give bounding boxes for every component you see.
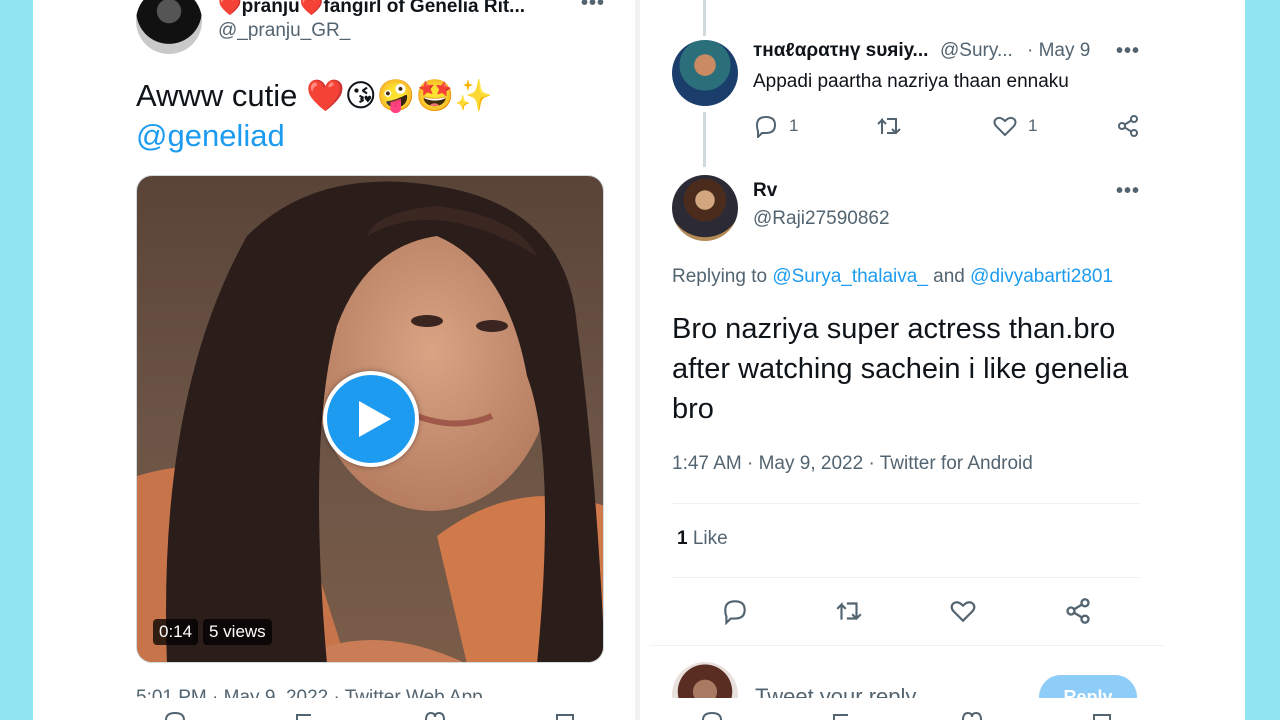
like-icon[interactable] [960, 712, 984, 720]
reply-icon[interactable] [700, 712, 724, 720]
more-icon[interactable]: ••• [1116, 40, 1140, 63]
more-icon[interactable]: ••• [581, 0, 605, 15]
share-action[interactable] [1116, 114, 1140, 138]
reply-icon[interactable] [721, 597, 749, 625]
retweet-action[interactable] [875, 114, 903, 138]
retweet-icon[interactable] [293, 712, 317, 720]
video-views: 5 views [203, 619, 272, 645]
display-name[interactable]: тнαℓαρατнү ѕυяiу... [753, 40, 928, 62]
like-action[interactable]: 1 [992, 114, 1037, 138]
bottom-fade [33, 698, 635, 720]
tweet-text-line: Awww cutie ❤️😘🤪🤩✨ [136, 78, 493, 113]
tweet-meta[interactable]: 1:47 AM · May 9, 2022 · Twitter for Andr… [672, 453, 1033, 475]
replying-to-label: Replying to [672, 266, 768, 287]
play-button[interactable] [323, 371, 419, 467]
play-icon [359, 401, 391, 437]
reply-icon[interactable] [163, 712, 187, 720]
avatar[interactable] [672, 175, 738, 241]
divider [672, 577, 1140, 578]
reply-count: 1 [789, 116, 799, 135]
likes-count: 1 [677, 528, 688, 549]
reply-action[interactable]: 1 [753, 114, 798, 138]
like-icon[interactable] [949, 597, 977, 625]
tweet-date[interactable]: · May 9 [1027, 40, 1090, 62]
like-icon [993, 116, 1017, 137]
bottom-fade [640, 698, 1245, 720]
tweet-text: Awww cutie ❤️😘🤪🤩✨ @geneliad [136, 76, 596, 156]
handle[interactable]: @_pranju_GR_ [218, 20, 350, 42]
video-player[interactable]: 0:14 5 views [136, 175, 604, 663]
display-name[interactable]: Rv [753, 180, 777, 202]
left-tweet-panel: ❤️pranju❤️fangirl of Genelia Rit... @_pr… [33, 0, 635, 720]
replying-to: Replying to @Surya_thalaiva_ and @divyab… [672, 266, 1113, 288]
thread-line [703, 0, 706, 36]
thread-line [703, 112, 706, 167]
like-count: 1 [1028, 116, 1038, 135]
replying-and: and [933, 266, 965, 287]
mention-link[interactable]: @Surya_thalaiva_ [772, 266, 928, 287]
display-name[interactable]: ❤️pranju❤️fangirl of Genelia Rit... [218, 0, 525, 18]
video-duration: 0:14 [153, 619, 199, 645]
right-reply-panel: тнαℓαρατнү ѕυяiу... @Sury... · May 9 •••… [640, 0, 1245, 720]
reply-text: Appadi paartha nazriya thaan ennaku [753, 71, 1069, 92]
reply-icon [755, 115, 777, 138]
retweet-icon[interactable] [830, 712, 854, 720]
divider [672, 503, 1140, 504]
retweet-icon[interactable] [834, 597, 864, 625]
handle[interactable]: @Raji27590862 [753, 208, 890, 230]
like-icon[interactable] [423, 712, 447, 720]
share-icon [1118, 115, 1138, 137]
mention-link[interactable]: @divyabarti2801 [970, 266, 1113, 287]
tweet-text: Bro nazriya super actress than.bro after… [672, 313, 1129, 425]
share-icon[interactable] [1090, 712, 1114, 720]
share-icon[interactable] [553, 712, 577, 720]
avatar[interactable] [136, 0, 202, 54]
avatar[interactable] [672, 40, 738, 106]
more-icon[interactable]: ••• [1116, 180, 1140, 203]
likes-stat[interactable]: 1 Like [677, 528, 728, 550]
divider [650, 645, 1165, 646]
retweet-icon [877, 117, 901, 135]
share-icon[interactable] [1064, 597, 1092, 625]
likes-label: Like [692, 528, 728, 549]
mention-link[interactable]: @geneliad [136, 116, 596, 156]
handle[interactable]: @Sury... [940, 40, 1013, 62]
